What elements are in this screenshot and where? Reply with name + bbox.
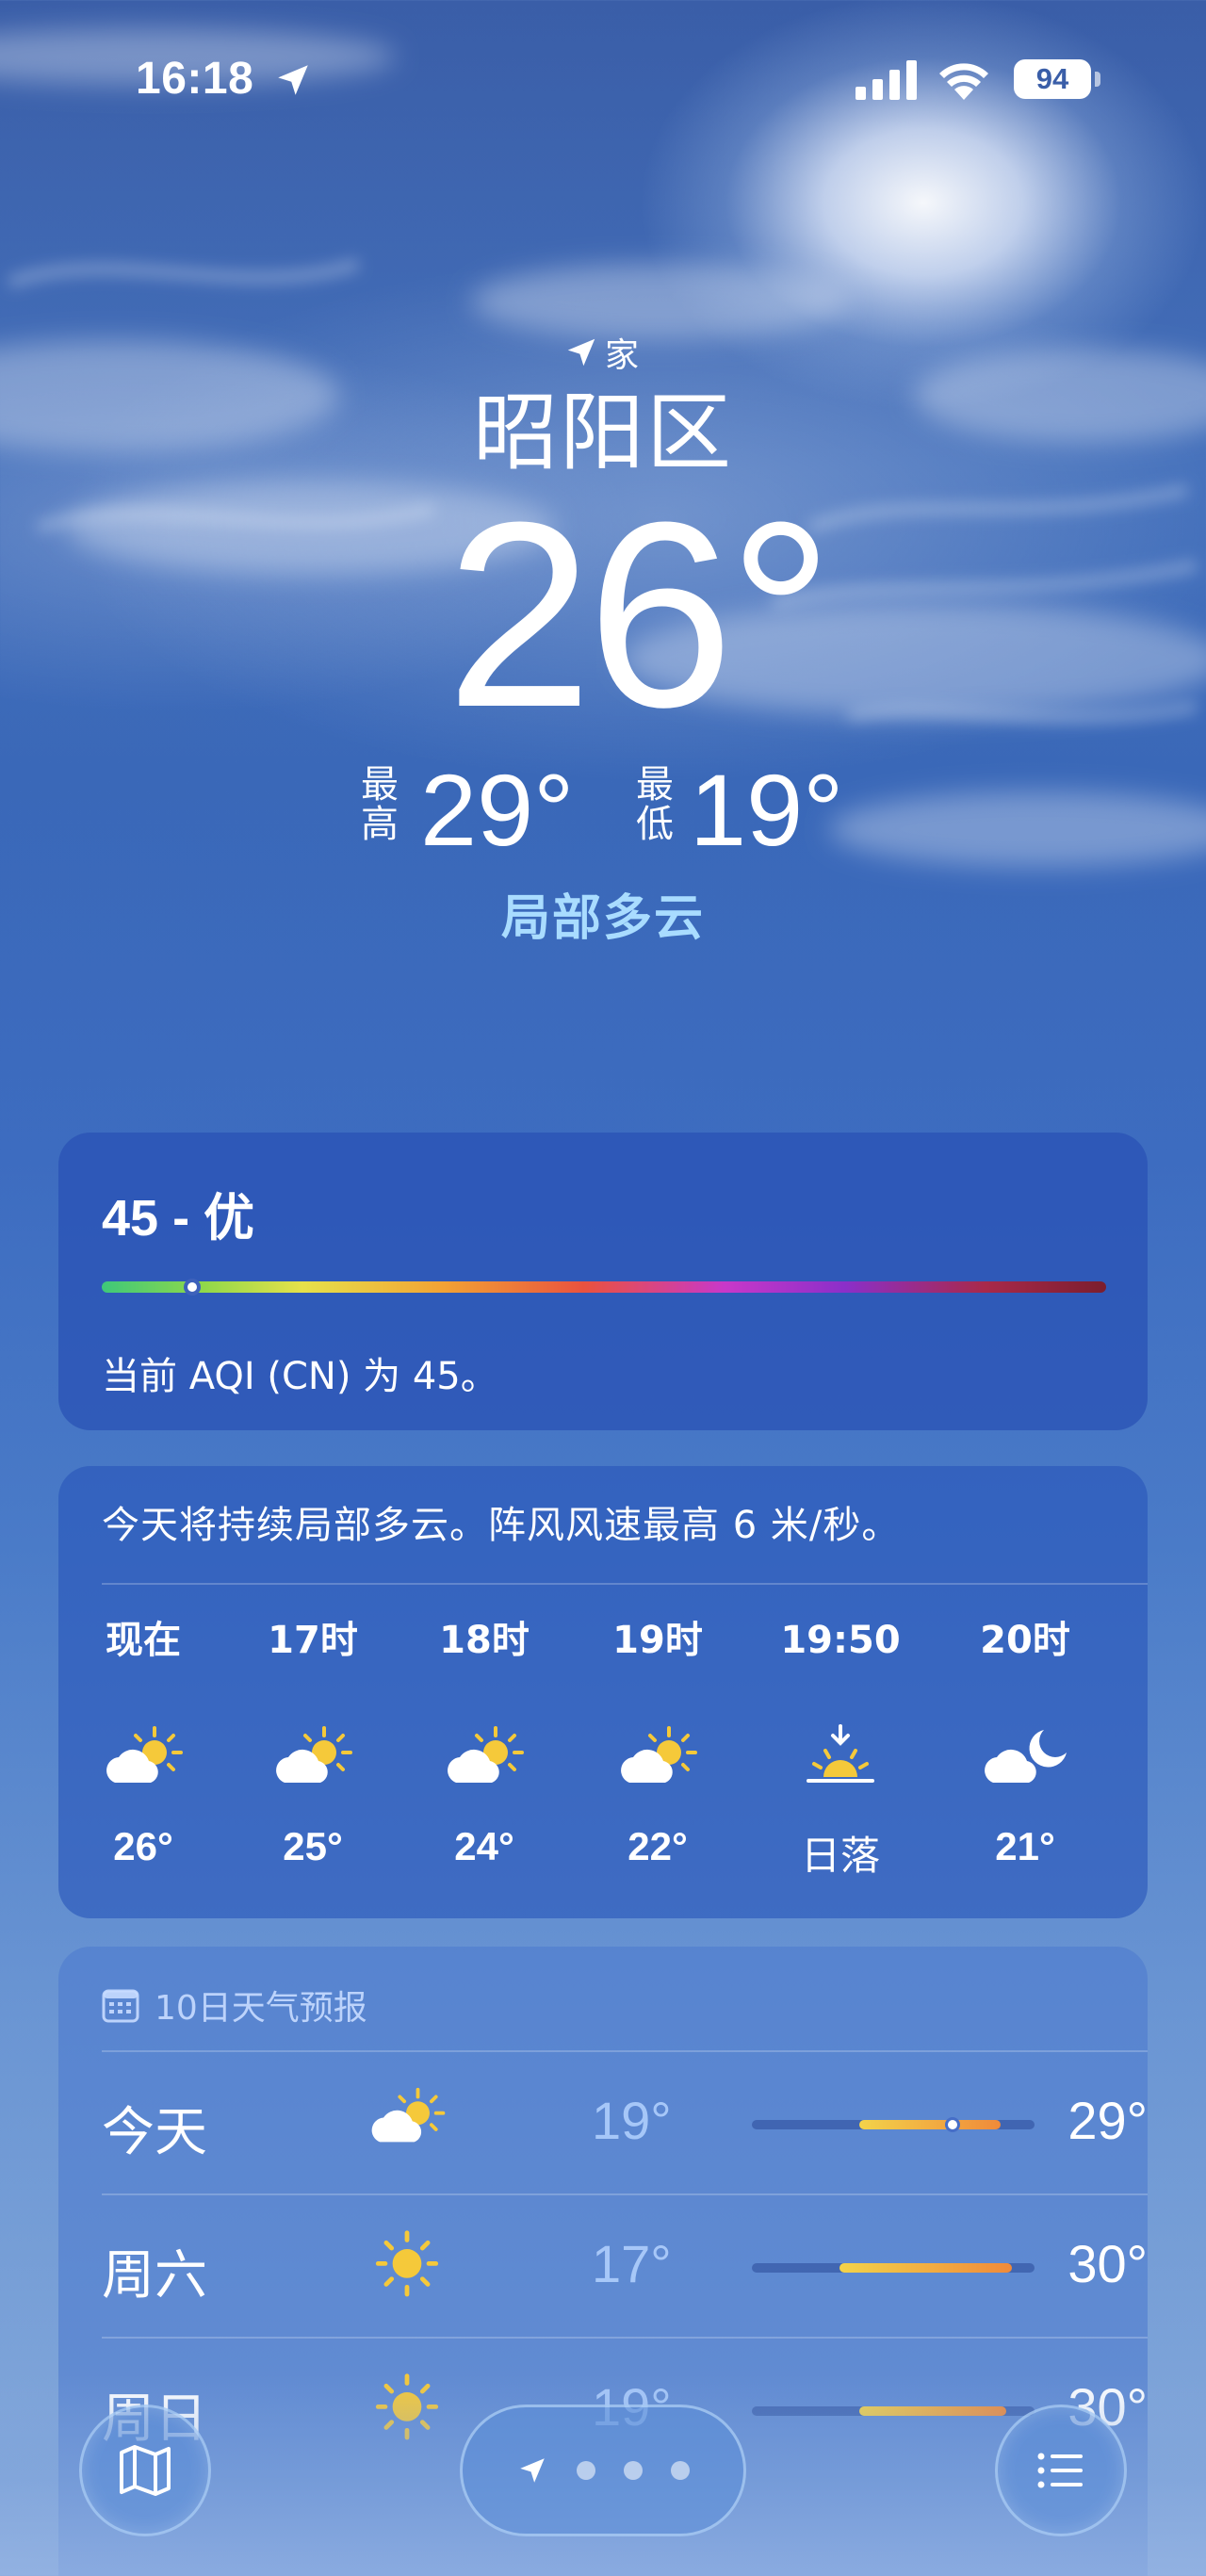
hour-item: 19:50 日落	[756, 1617, 925, 1899]
aqi-scale-bar	[102, 1281, 1106, 1293]
map-button[interactable]	[79, 2405, 211, 2536]
page-dot[interactable]	[671, 2461, 690, 2480]
hour-label: 18时	[439, 1619, 530, 1662]
page-dot[interactable]	[577, 2461, 595, 2480]
status-time: 16:18	[136, 54, 254, 104]
day-name: 今天	[102, 2102, 207, 2163]
status-bar: 16:18 94	[0, 0, 1206, 160]
sun-icon	[362, 2227, 452, 2303]
hour-label: 17时	[268, 1619, 358, 1662]
high-temperature: 29°	[420, 753, 575, 867]
partly-cloudy-day-icon	[362, 2084, 452, 2160]
low-label: 最低	[633, 765, 676, 844]
day-low: 17°	[592, 2234, 672, 2293]
high-low-temperatures: 最高 29° 最低 19°	[358, 754, 867, 867]
partly-cloudy-day-icon	[437, 1722, 531, 1798]
temperature-range-track	[752, 2117, 1035, 2132]
location-arrow-icon	[567, 338, 595, 367]
hour-item: 17时 25°	[228, 1617, 398, 1899]
location-list-button[interactable]	[995, 2405, 1127, 2536]
air-quality-card[interactable]: 45 - 优 当前 AQI (CN) 为 45。	[58, 1133, 1148, 1430]
sunset-icon	[793, 1722, 888, 1798]
day-high: 30°	[1067, 2234, 1148, 2293]
hour-label: 19:50	[780, 1619, 901, 1662]
partly-cloudy-day-icon	[611, 1722, 705, 1798]
low-temperature: 19°	[690, 753, 844, 867]
location-tag: 家	[563, 332, 639, 375]
high-label: 最高	[358, 765, 401, 844]
hour-temperature: 24°	[454, 1824, 514, 1868]
current-temperature-marker	[945, 2117, 960, 2132]
current-location-icon	[520, 2458, 545, 2483]
divider	[102, 1583, 1148, 1585]
day-high: 29°	[1067, 2091, 1148, 2150]
hour-temperature: 21°	[995, 1824, 1055, 1868]
map-icon	[120, 2445, 171, 2496]
aqi-title: 45 - 优	[102, 1190, 255, 1247]
hour-label: 现在	[106, 1619, 181, 1662]
ten-day-header: 10日天气预报	[102, 1981, 367, 2030]
hour-item: 现在 26°	[58, 1617, 228, 1899]
partly-cloudy-night-icon	[978, 1722, 1072, 1798]
hour-item: 20时 21°	[940, 1617, 1110, 1899]
temperature-range-track	[752, 2263, 1035, 2273]
temperature-range-fill	[859, 2120, 1001, 2129]
day-row[interactable]: 今天 19° 29°	[102, 2050, 1148, 2192]
forecast-summary: 今天将持续局部多云。阵风风速最高 6 米/秒。	[102, 1504, 901, 1547]
hourly-forecast-card[interactable]: 今天将持续局部多云。阵风风速最高 6 米/秒。 现在 26° 17时 25° 18时 24…	[58, 1466, 1148, 1918]
battery-tip	[1095, 72, 1100, 87]
battery-indicator: 94	[1014, 59, 1091, 99]
aqi-indicator	[183, 1279, 201, 1296]
list-icon	[1037, 2453, 1083, 2488]
ten-day-header-label: 10日天气预报	[155, 1989, 367, 2028]
hour-label: 19时	[612, 1619, 703, 1662]
high-label-text: 最高	[361, 763, 399, 846]
partly-cloudy-day-icon	[266, 1722, 360, 1798]
calendar-icon	[102, 1989, 139, 2023]
hour-temperature: 25°	[283, 1824, 343, 1868]
hour-item: 18时 24°	[399, 1617, 569, 1899]
location-pager[interactable]	[460, 2405, 746, 2536]
hour-label: 20时	[980, 1619, 1070, 1662]
hour-temperature: 22°	[627, 1824, 688, 1868]
aqi-description: 当前 AQI (CN) 为 45。	[102, 1355, 498, 1398]
page-dot[interactable]	[624, 2461, 643, 2480]
wifi-icon	[939, 63, 988, 100]
partly-cloudy-day-icon	[96, 1722, 190, 1798]
location-tag-label: 家	[605, 336, 640, 375]
hour-temperature: 日落	[800, 1833, 880, 1879]
current-temperature: 26°	[446, 468, 833, 762]
location-arrow-icon	[278, 65, 308, 95]
low-label-text: 最低	[636, 763, 674, 846]
hour-item: 19时 22°	[573, 1617, 742, 1899]
weather-condition: 局部多云	[500, 890, 705, 947]
day-name: 周六	[102, 2245, 207, 2307]
cellular-signal-icon	[856, 60, 917, 100]
temperature-range-fill	[839, 2263, 1012, 2273]
day-row[interactable]: 周六 17° 30°	[102, 2193, 1148, 2335]
day-low: 19°	[592, 2091, 672, 2150]
hour-temperature: 26°	[113, 1824, 173, 1868]
